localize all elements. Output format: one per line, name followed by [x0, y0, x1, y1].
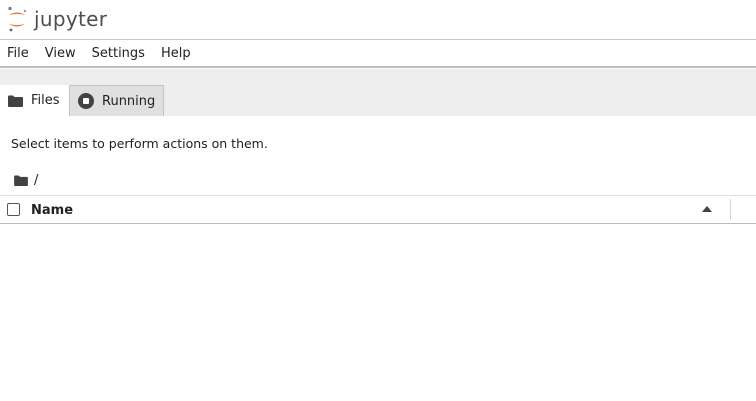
folder-icon	[8, 95, 23, 107]
breadcrumb: /	[14, 171, 38, 190]
top-header: jupyter	[0, 0, 756, 40]
menu-file[interactable]: File	[0, 40, 37, 66]
sort-ascending-icon[interactable]	[702, 206, 712, 212]
breadcrumb-path[interactable]: /	[34, 173, 38, 188]
tab-files-label: Files	[31, 93, 60, 108]
stop-circle-icon	[78, 93, 94, 109]
column-resize-handle[interactable]	[730, 199, 731, 220]
file-list-header: Name	[0, 195, 756, 224]
menu-view[interactable]: View	[37, 40, 84, 66]
jupyter-logo-icon	[8, 6, 27, 32]
selection-hint: Select items to perform actions on them.	[11, 136, 268, 151]
select-all-checkbox[interactable]	[7, 203, 20, 216]
logo-text: jupyter	[34, 7, 108, 31]
menu-bar: File View Settings Help	[0, 40, 756, 68]
column-header-name[interactable]: Name	[31, 203, 73, 218]
tab-files[interactable]: Files	[0, 85, 69, 116]
tab-bar: Files Running	[0, 69, 756, 116]
file-browser-panel: Select items to perform actions on them.…	[0, 116, 756, 401]
breadcrumb-home-folder-icon[interactable]	[14, 171, 28, 190]
menu-settings[interactable]: Settings	[84, 40, 153, 66]
menu-help[interactable]: Help	[153, 40, 199, 66]
tab-running-label: Running	[102, 93, 156, 109]
jupyter-logo[interactable]: jupyter	[6, 3, 107, 35]
tab-running[interactable]: Running	[69, 85, 164, 116]
